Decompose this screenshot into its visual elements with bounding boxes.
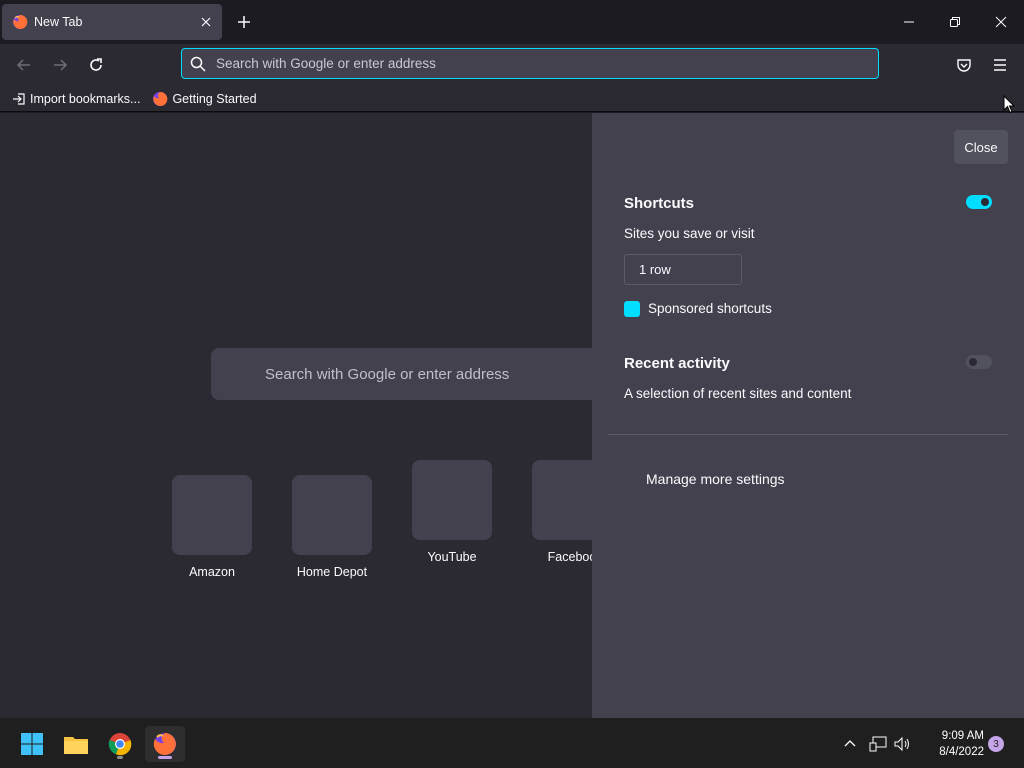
newtab-page: Search with Google or enter address Amaz…	[0, 113, 1024, 718]
bookmark-getting-started[interactable]: Getting Started	[152, 91, 257, 107]
new-tab-plus-icon[interactable]	[234, 12, 254, 32]
chrome-icon[interactable]	[100, 726, 140, 762]
close-button[interactable]: Close	[954, 130, 1008, 164]
active-indicator	[158, 756, 172, 759]
windows-start-icon[interactable]	[12, 726, 52, 762]
sponsored-shortcuts-checkbox[interactable]	[624, 301, 640, 317]
divider	[608, 434, 1008, 435]
navigation-toolbar	[0, 44, 1024, 86]
tile-label: YouTube	[427, 550, 477, 564]
shortcut-tile-home-depot[interactable]: Home Depot	[272, 475, 392, 579]
notification-badge[interactable]: 3	[988, 736, 1004, 752]
shortcut-rows-select[interactable]: 1 row	[624, 254, 742, 285]
recent-activity-toggle[interactable]	[966, 355, 992, 369]
tile-thumbnail	[412, 460, 492, 540]
tab-new-tab[interactable]: New Tab	[2, 4, 222, 40]
system-clock[interactable]: 9:09 AM 8/4/2022	[918, 728, 984, 760]
tab-strip: New Tab	[0, 0, 1024, 44]
back-arrow-icon[interactable]	[11, 52, 37, 78]
shortcuts-subtitle: Sites you save or visit	[624, 226, 755, 241]
minimize-icon[interactable]	[897, 10, 921, 34]
file-explorer-icon[interactable]	[56, 726, 96, 762]
tile-label: Amazon	[189, 565, 235, 579]
manage-settings-link[interactable]: Manage more settings	[646, 471, 785, 487]
mouse-cursor-icon	[1003, 95, 1015, 114]
reload-icon[interactable]	[83, 52, 109, 78]
running-indicator	[117, 756, 123, 759]
hamburger-menu-icon[interactable]	[987, 52, 1013, 78]
clock-date: 8/4/2022	[939, 746, 984, 758]
pocket-icon[interactable]	[951, 52, 977, 78]
recent-activity-title: Recent activity	[624, 355, 730, 372]
volume-icon[interactable]	[893, 734, 913, 754]
address-input[interactable]	[216, 56, 878, 71]
shortcuts-title: Shortcuts	[624, 195, 695, 212]
bookmark-label: Import bookmarks...	[30, 91, 141, 106]
tile-label: Home Depot	[296, 565, 368, 579]
tile-thumbnail	[172, 475, 252, 555]
firefox-icon	[153, 91, 168, 106]
bookmark-label: Getting Started	[172, 91, 257, 106]
search-icon	[190, 56, 206, 72]
shortcut-tile-youtube[interactable]: YouTube	[392, 460, 512, 564]
tile-thumbnail	[292, 475, 372, 555]
chevron-up-icon[interactable]	[840, 734, 860, 754]
customize-panel: Close Shortcuts Sites you save or visit …	[592, 113, 1024, 718]
newtab-search-box[interactable]: Search with Google or enter address	[211, 348, 611, 400]
recent-activity-subtitle: A selection of recent sites and content	[624, 386, 852, 401]
shortcut-tile-amazon[interactable]: Amazon	[152, 475, 272, 579]
restore-icon[interactable]	[943, 10, 967, 34]
firefox-window: New Tab Search with Google or enter addr…	[0, 0, 1024, 768]
close-tab-icon[interactable]	[196, 12, 216, 32]
shortcuts-toggle[interactable]	[966, 195, 992, 209]
tab-title: New Tab	[34, 15, 83, 29]
newtab-search-placeholder: Search with Google or enter address	[265, 365, 510, 383]
close-window-icon[interactable]	[989, 10, 1013, 34]
address-bar[interactable]	[181, 48, 879, 79]
network-icon[interactable]	[868, 734, 888, 754]
sponsored-shortcuts-label: Sponsored shortcuts	[648, 301, 772, 316]
bookmarks-toolbar: Import bookmarks... Getting Started	[0, 86, 1024, 112]
firefox-icon	[13, 14, 28, 29]
forward-arrow-icon[interactable]	[47, 52, 73, 78]
import-icon	[13, 92, 25, 105]
bookmark-import[interactable]: Import bookmarks...	[12, 92, 140, 106]
taskbar: 9:09 AM 8/4/2022 3	[0, 718, 1024, 768]
firefox-icon[interactable]	[145, 726, 185, 762]
clock-time: 9:09 AM	[941, 730, 984, 742]
